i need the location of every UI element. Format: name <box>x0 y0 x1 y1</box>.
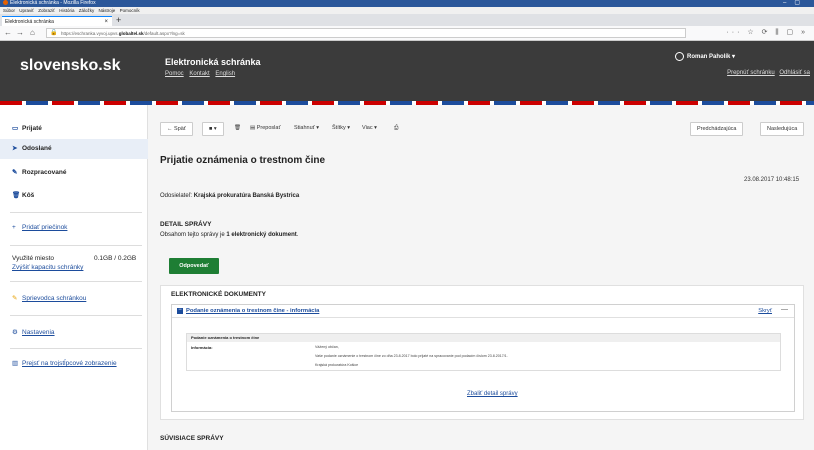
menu-tools[interactable]: Nástroje <box>99 8 116 13</box>
settings-link[interactable]: ⚙ Nastavenia <box>12 328 55 336</box>
related-messages-title: SÚVISIACE SPRÁVY <box>160 435 224 442</box>
new-tab-icon[interactable]: + <box>116 15 121 25</box>
storage-label: Využité miesto <box>12 255 55 262</box>
columns-icon: ▥ <box>12 360 19 367</box>
menu-file[interactable]: Súbor <box>3 8 15 13</box>
wand-icon: ✎ <box>12 295 18 302</box>
user-icon <box>675 52 684 61</box>
move-folder-button[interactable]: ■ ▾ <box>202 122 224 136</box>
menu-view[interactable]: Zobraziť <box>38 8 55 13</box>
page-title: Prijatie oznámenia o trestnom čine <box>160 155 326 166</box>
minus-icon[interactable]: − <box>177 307 183 314</box>
info-line: Krajská prokuratúra Košice <box>315 363 359 367</box>
detail-text: Obsahom tejto správy je 1 elektronický d… <box>160 232 299 238</box>
help-link[interactable]: Pomoc <box>165 71 184 77</box>
sidebar-item-trash[interactable]: 🗑 Kôš <box>0 186 148 206</box>
info-line: Vážený občan, <box>315 345 339 349</box>
guide-link[interactable]: ✎ Sprievodca schránkou <box>12 294 86 302</box>
message-toolbar: ← Späť ■ ▾ 🗑 ▤ Preposlať Stiahnuť ▾ Štít… <box>148 105 814 151</box>
sidebar-item-sent[interactable]: ➤ Odoslané <box>0 139 148 159</box>
logout-link[interactable]: Odhlásiť sa <box>779 70 810 76</box>
document-card-header: − Podanie oznámenia o trestnom čine - in… <box>172 305 794 318</box>
user-menu[interactable]: Roman Paholík ▾ <box>675 52 735 61</box>
forward-message-button[interactable]: ▤ Preposlať <box>244 122 287 136</box>
forward-icon: ▤ <box>250 125 257 131</box>
trash-icon: 🗑 <box>12 192 21 199</box>
print-button[interactable]: ⎙ <box>388 122 404 136</box>
app-title: Elektronická schránka <box>165 57 261 67</box>
send-icon: ➤ <box>12 145 18 152</box>
more-button[interactable]: Viac ▾ <box>356 122 383 136</box>
sender-label: Odosielateľ: <box>160 193 193 199</box>
browser-tab[interactable]: Elektronická schránka × <box>2 16 112 26</box>
tab-bar: Elektronická schránka × + <box>0 14 814 26</box>
account-links: Prepnúť schránku Odhlásiť sa <box>724 70 810 76</box>
user-name: Roman Paholík <box>687 54 731 61</box>
hide-link[interactable]: Skryť <box>758 308 772 314</box>
collapse-detail-link[interactable]: Zbaliť detail správy <box>467 391 518 397</box>
divider <box>10 212 142 213</box>
download-button[interactable]: Stiahnuť ▾ <box>288 122 325 136</box>
info-line: Vaše podanie oznámenie o trestnom čine z… <box>315 354 508 358</box>
sender-line: Odosielateľ: Krajská prokuratúra Banská … <box>160 193 299 199</box>
documents-panel: ELEKTRONICKÉ DOKUMENTY − Podanie oznámen… <box>160 285 804 420</box>
message-date: 23.08.2017 10:48:15 <box>744 177 800 183</box>
reply-button[interactable]: Odpovedať <box>169 258 219 274</box>
back-button[interactable]: ← Späť <box>160 122 193 136</box>
window-title: Elektronická schránka - Mozilla Firefox <box>10 0 96 6</box>
increase-capacity-link[interactable]: Zvýšiť kapacitu schránky <box>12 264 83 271</box>
document-card: − Podanie oznámenia o trestnom čine - in… <box>171 304 795 412</box>
tab-title: Elektronická schránka <box>5 19 54 25</box>
window-titlebar: Elektronická schránka - Mozilla Firefox … <box>0 0 814 7</box>
window-controls[interactable]: –▢ <box>783 0 808 7</box>
divider <box>10 348 142 349</box>
inbox-icon: ▭ <box>12 125 19 132</box>
back-icon[interactable]: ← <box>4 28 12 37</box>
sidebar-item-inbox[interactable]: ▭ Prijaté <box>0 119 148 139</box>
divider <box>10 245 142 246</box>
forward-icon[interactable]: → <box>16 28 24 37</box>
contact-link[interactable]: Kontakt <box>189 71 209 77</box>
chevron-down-icon: ▾ <box>732 54 736 61</box>
sender-name: Krajská prokuratúra Banská Bystrica <box>193 193 300 199</box>
menu-history[interactable]: História <box>59 8 74 13</box>
trash-icon: 🗑 <box>234 125 241 131</box>
header-links: Pomoc Kontakt English <box>165 71 239 77</box>
sidebar: ▭ Prijaté ➤ Odoslané ✎ Rozpracované 🗑 Kôš + P… <box>0 105 148 450</box>
divider <box>10 281 142 282</box>
site-header: slovensko.sk Elektronická schránka Pomoc… <box>0 41 814 105</box>
storage-value: 0.1GB / 0.2GB <box>94 255 137 262</box>
switch-view-link[interactable]: ▥ Prejsť na trojstĺpcové zobrazenie <box>12 359 117 367</box>
switch-box-link[interactable]: Prepnúť schránku <box>727 70 775 76</box>
menu-bar: Súbor Upraviť Zobraziť História Záložky … <box>0 7 814 14</box>
document-content-title: Podanie oznámenia o trestnom čine <box>187 334 780 342</box>
pencil-icon: ✎ <box>12 169 18 176</box>
plus-icon: + <box>12 224 16 231</box>
previous-button[interactable]: Predchádzajúca <box>690 122 744 136</box>
sidebar-item-drafts[interactable]: ✎ Rozpracované <box>0 163 148 183</box>
lock-icon: 🔒 <box>50 30 58 36</box>
detail-title: DETAIL SPRÁVY <box>160 221 212 228</box>
info-label: Informácia: <box>191 345 213 350</box>
labels-button[interactable]: Štítky ▾ <box>326 122 356 136</box>
url-bar[interactable]: 🔒 https://eschranka.vyvoj.upvs.globaltel.… <box>46 28 686 38</box>
navigation-bar: ← → ⌂ 🔒 https://eschranka.vyvoj.upvs.glob… <box>0 26 814 41</box>
firefox-icon <box>3 0 8 6</box>
menu-edit[interactable]: Upraviť <box>19 8 34 13</box>
divider <box>10 315 142 316</box>
gear-icon: ⚙ <box>12 329 18 336</box>
site-logo[interactable]: slovensko.sk <box>20 57 121 75</box>
next-button[interactable]: Nasledujúca <box>760 122 805 136</box>
home-icon[interactable]: ⌂ <box>30 28 35 37</box>
add-folder-link[interactable]: + Pridať priečinok <box>12 224 67 231</box>
menu-help[interactable]: Pomocník <box>120 8 140 13</box>
english-link[interactable]: English <box>215 71 235 77</box>
document-link[interactable]: Podanie oznámenia o trestnom čine - info… <box>186 308 319 314</box>
document-content: Podanie oznámenia o trestnom čine Inform… <box>186 333 781 371</box>
toolbar-icons[interactable]: ··· ☆ ⟳ ⫼ ▢ » <box>726 28 808 37</box>
printer-icon: ⎙ <box>394 125 399 131</box>
documents-title: ELEKTRONICKÉ DOKUMENTY <box>171 291 266 298</box>
menu-bookmarks[interactable]: Záložky <box>79 8 95 13</box>
collapse-icon[interactable]: — <box>781 306 788 313</box>
